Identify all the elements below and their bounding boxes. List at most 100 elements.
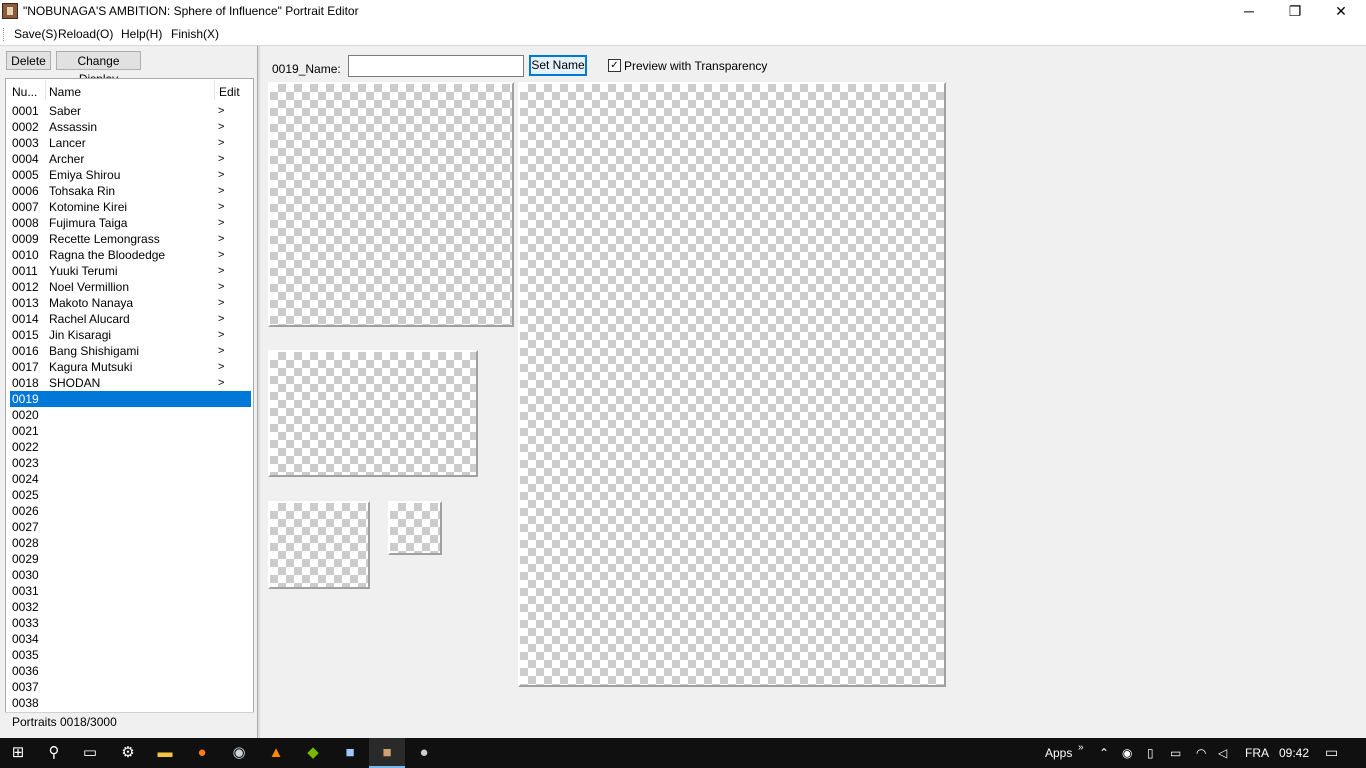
edit-chevron-icon[interactable]: > (218, 119, 224, 135)
name-input[interactable] (348, 55, 524, 77)
firefox-icon[interactable]: ● (184, 738, 220, 768)
menu-reload[interactable]: Reload(O) (58, 27, 113, 41)
edit-chevron-icon[interactable]: > (218, 199, 224, 215)
edit-chevron-icon[interactable]: > (218, 183, 224, 199)
list-row[interactable]: 0017 Kagura Mutsuki > (6, 359, 253, 375)
vlc-icon[interactable]: ▲ (258, 738, 294, 768)
list-row[interactable]: 0035 (6, 647, 253, 663)
list-row[interactable]: 0001 Saber > (6, 103, 253, 119)
steam-tray-icon[interactable]: ◉ (1122, 746, 1132, 760)
edit-chevron-icon[interactable]: > (218, 103, 224, 119)
menu-save[interactable]: Save(S) (14, 27, 57, 41)
maximize-button[interactable]: ❐ (1272, 0, 1318, 23)
task-view-icon[interactable]: ▭ (72, 738, 108, 768)
list-row[interactable]: 0030 (6, 567, 253, 583)
list-row[interactable]: 0016 Bang Shishigami > (6, 343, 253, 359)
list-row[interactable]: 0006 Tohsaka Rin > (6, 183, 253, 199)
search-icon[interactable]: ⚲ (36, 738, 72, 768)
windows-icon[interactable]: ⊞ (0, 738, 36, 768)
column-separator[interactable] (45, 80, 46, 100)
column-header-number[interactable]: Nu... (12, 85, 37, 99)
list-row[interactable]: 0022 (6, 439, 253, 455)
list-row[interactable]: 0012 Noel Vermillion > (6, 279, 253, 295)
list-row[interactable]: 0008 Fujimura Taiga > (6, 215, 253, 231)
file-explorer-icon[interactable]: ▬ (147, 738, 183, 768)
close-button[interactable]: ✕ (1318, 0, 1364, 23)
list-row[interactable]: 0036 (6, 663, 253, 679)
list-row[interactable]: 0002 Assassin > (6, 119, 253, 135)
portrait-preview-icon[interactable] (388, 501, 442, 555)
list-row[interactable]: 0020 (6, 407, 253, 423)
list-row[interactable]: 0024 (6, 471, 253, 487)
edit-chevron-icon[interactable]: > (218, 135, 224, 151)
list-row[interactable]: 0034 (6, 631, 253, 647)
edit-chevron-icon[interactable]: > (218, 263, 224, 279)
menu-finish[interactable]: Finish(X) (171, 27, 219, 41)
clock[interactable]: 09:42 (1279, 746, 1309, 760)
list-row[interactable]: 0019 (10, 391, 251, 407)
usb-icon[interactable]: ▯ (1147, 746, 1154, 760)
list-row[interactable]: 0007 Kotomine Kirei > (6, 199, 253, 215)
language-indicator[interactable]: FRA (1245, 746, 1269, 760)
edit-chevron-icon[interactable]: > (218, 215, 224, 231)
list-row[interactable]: 0013 Makoto Nanaya > (6, 295, 253, 311)
edit-chevron-icon[interactable]: > (218, 327, 224, 343)
set-name-button[interactable]: Set Name (529, 55, 587, 76)
edit-chevron-icon[interactable]: > (218, 231, 224, 247)
list-row[interactable]: 0004 Archer > (6, 151, 253, 167)
nvidia-icon[interactable]: ◆ (295, 738, 331, 768)
settings-icon[interactable]: ⚙ (110, 738, 146, 768)
menu-help[interactable]: Help(H) (121, 27, 162, 41)
edit-chevron-icon[interactable]: > (218, 359, 224, 375)
portrait-preview-medium[interactable] (268, 82, 514, 327)
list-row[interactable]: 0010 Ragna the Bloodedge > (6, 247, 253, 263)
list-row[interactable]: 0031 (6, 583, 253, 599)
portrait-list[interactable]: Nu... Name Edit 0001 Saber >0002 Assassin >0… (5, 78, 254, 713)
preview-transparency-label[interactable]: Preview with Transparency (624, 59, 767, 73)
list-row[interactable]: 0026 (6, 503, 253, 519)
portrait-preview-large[interactable] (518, 82, 946, 687)
list-row[interactable]: 0015 Jin Kisaragi > (6, 327, 253, 343)
gimp-icon[interactable]: ● (406, 738, 442, 768)
app-icon[interactable]: ■ (332, 738, 368, 768)
minimize-button[interactable]: ─ (1226, 0, 1272, 23)
list-row[interactable]: 0025 (6, 487, 253, 503)
portrait-preview-small[interactable] (268, 501, 370, 589)
column-header-name[interactable]: Name (49, 85, 81, 99)
edit-chevron-icon[interactable]: > (218, 151, 224, 167)
edit-chevron-icon[interactable]: > (218, 279, 224, 295)
apps-toolbar-label[interactable]: Apps (1045, 746, 1072, 760)
volume-icon[interactable]: ◁ (1218, 746, 1227, 760)
show-hidden-icons-icon[interactable]: ⌃ (1099, 746, 1109, 760)
list-row[interactable]: 0033 (6, 615, 253, 631)
list-row[interactable]: 0038 (6, 695, 253, 711)
list-row[interactable]: 0032 (6, 599, 253, 615)
battery-icon[interactable]: ▭ (1170, 746, 1181, 760)
column-separator[interactable] (214, 80, 215, 100)
chevron-right-icon[interactable]: » (1078, 742, 1084, 753)
app-icon[interactable] (2, 3, 18, 19)
list-row[interactable]: 0028 (6, 535, 253, 551)
list-row[interactable]: 0023 (6, 455, 253, 471)
list-row[interactable]: 0014 Rachel Alucard > (6, 311, 253, 327)
delete-button[interactable]: Delete (6, 51, 51, 70)
wifi-icon[interactable]: ◠ (1196, 746, 1206, 760)
list-row[interactable]: 0018 SHODAN > (6, 375, 253, 391)
edit-chevron-icon[interactable]: > (218, 343, 224, 359)
steam-icon[interactable]: ◉ (221, 738, 257, 768)
edit-chevron-icon[interactable]: > (218, 375, 224, 391)
preview-transparency-checkbox[interactable]: ✓ (608, 59, 621, 72)
list-row[interactable]: 0027 (6, 519, 253, 535)
list-row[interactable]: 0003 Lancer > (6, 135, 253, 151)
edit-chevron-icon[interactable]: > (218, 311, 224, 327)
change-display-button[interactable]: Change Display (56, 51, 141, 86)
notifications-icon[interactable]: ▭ (1325, 744, 1338, 761)
portrait-preview-wide[interactable] (268, 350, 478, 477)
list-row[interactable]: 0009 Recette Lemongrass > (6, 231, 253, 247)
edit-chevron-icon[interactable]: > (218, 295, 224, 311)
list-row[interactable]: 0011 Yuuki Terumi > (6, 263, 253, 279)
list-row[interactable]: 0037 (6, 679, 253, 695)
list-row[interactable]: 0029 (6, 551, 253, 567)
edit-chevron-icon[interactable]: > (218, 247, 224, 263)
column-header-edit[interactable]: Edit (219, 85, 240, 99)
